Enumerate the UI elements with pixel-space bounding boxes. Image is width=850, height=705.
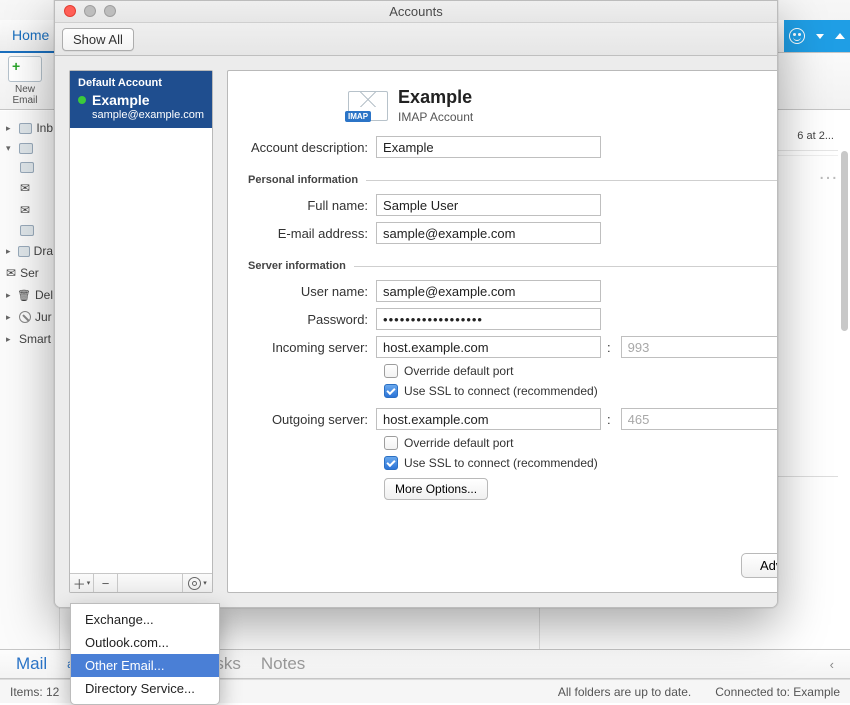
account-email: sample@example.com <box>92 109 204 121</box>
label-username: User name: <box>248 284 376 299</box>
accounts-title: Accounts <box>389 4 442 19</box>
sidebar-item[interactable]: ✉︎ <box>14 177 59 199</box>
accounts-titlebar: Accounts <box>55 1 777 23</box>
status-connection: Connected to: Example <box>715 685 840 699</box>
menu-item-other-email[interactable]: Other Email... <box>71 654 219 677</box>
sidebar-item[interactable]: ▸🗑Del <box>0 284 59 306</box>
ribbon-tab-home[interactable]: Home <box>0 19 61 53</box>
account-settings-button[interactable]: ▾ <box>182 574 212 592</box>
accounts-list-toolbar: ＋▾ − ▾ <box>70 573 212 592</box>
feedback-menu-icon[interactable] <box>816 34 824 39</box>
label-outgoing: Outgoing server: <box>248 412 376 427</box>
label-fullname: Full name: <box>248 198 376 213</box>
sidebar-item[interactable] <box>14 221 59 240</box>
account-detail-header: IMAP Example IMAP Account <box>348 87 778 124</box>
input-description[interactable] <box>376 136 601 158</box>
nav-notes[interactable]: Notes <box>261 654 305 674</box>
account-detail-panel: IMAP Example IMAP Account Account descri… <box>227 70 778 593</box>
input-incoming-port <box>621 336 778 358</box>
label-incoming: Incoming server: <box>248 340 376 355</box>
sidebar-item[interactable]: ▸Jur <box>0 306 59 328</box>
sidebar-item[interactable]: ▸Inb <box>0 117 59 139</box>
status-sync: All folders are up to date. <box>558 685 691 699</box>
label-password: Password: <box>248 312 376 327</box>
section-personal: Personal information <box>248 174 358 186</box>
ribbon-right-cap <box>784 20 850 52</box>
accounts-toolbar: Show All <box>55 23 777 56</box>
scrollbar[interactable] <box>841 151 848 331</box>
add-account-menu: Exchange... Outlook.com... Other Email..… <box>70 603 220 705</box>
sidebar-tree-row[interactable]: ▾ <box>0 139 59 158</box>
folder-icon <box>18 246 30 257</box>
account-item-selected[interactable]: Default Account Example sample@example.c… <box>70 71 212 128</box>
input-password[interactable] <box>376 308 601 330</box>
inbox-icon <box>19 123 33 134</box>
status-dot-icon <box>78 96 86 104</box>
label-description: Account description: <box>248 140 376 155</box>
input-incoming[interactable] <box>376 336 601 358</box>
input-email[interactable] <box>376 222 601 244</box>
minimize-window-icon <box>84 5 96 17</box>
feedback-icon[interactable] <box>789 28 805 44</box>
section-server: Server information <box>248 260 346 272</box>
label-ssl-in: Use SSL to connect (recommended) <box>404 384 598 398</box>
sidebar-item[interactable]: ✉︎ <box>14 199 59 221</box>
accounts-window: Accounts Show All Default Account Exampl… <box>54 0 778 608</box>
new-email-button[interactable]: NewEmail <box>8 56 42 106</box>
junk-icon <box>19 311 31 323</box>
chk-incoming-override[interactable] <box>384 364 398 378</box>
label-ssl-out: Use SSL to connect (recommended) <box>404 456 598 470</box>
more-options-button[interactable]: More Options... <box>384 478 488 500</box>
menu-item-exchange[interactable]: Exchange... <box>71 608 219 631</box>
chk-outgoing-ssl[interactable] <box>384 456 398 470</box>
menu-item-outlookcom[interactable]: Outlook.com... <box>71 631 219 654</box>
sidebar-item[interactable]: ▸Smart <box>0 328 59 350</box>
sidebar-item[interactable] <box>14 158 59 177</box>
folder-icon <box>19 143 33 154</box>
input-outgoing[interactable] <box>376 408 601 430</box>
collapse-ribbon-icon[interactable] <box>835 33 845 39</box>
new-email-label: NewEmail <box>12 84 37 106</box>
show-all-button[interactable]: Show All <box>62 28 134 51</box>
account-name: Example <box>92 92 150 108</box>
folder-icon <box>20 225 34 236</box>
traffic-lights <box>64 5 116 17</box>
sidebar-item[interactable]: ✉︎Ser <box>0 262 59 284</box>
advanced-button[interactable]: Advanced... <box>741 553 778 578</box>
new-email-icon <box>8 56 42 82</box>
gear-icon <box>188 577 201 590</box>
default-account-label: Default Account <box>78 77 204 89</box>
accounts-list-panel: Default Account Example sample@example.c… <box>69 70 213 593</box>
outlook-sidebar: ▸Inb ▾ ✉︎ ✉︎ ▸Dra ✉︎Ser ▸🗑Del ▸Jur ▸Smar… <box>0 111 60 649</box>
status-items: Items: 12 <box>10 685 59 699</box>
nav-mail[interactable]: Mail <box>16 654 47 674</box>
chk-incoming-ssl[interactable] <box>384 384 398 398</box>
sidebar-item[interactable]: ▸Dra <box>0 240 59 262</box>
account-detail-subtitle: IMAP Account <box>398 110 473 124</box>
input-username[interactable] <box>376 280 601 302</box>
chk-outgoing-override[interactable] <box>384 436 398 450</box>
close-window-icon[interactable] <box>64 5 76 17</box>
folder-icon <box>20 162 34 173</box>
label-override-out: Override default port <box>404 436 513 450</box>
label-override-in: Override default port <box>404 364 513 378</box>
menu-item-directory[interactable]: Directory Service... <box>71 677 219 700</box>
input-outgoing-port <box>621 408 778 430</box>
input-fullname[interactable] <box>376 194 601 216</box>
zoom-window-icon <box>104 5 116 17</box>
account-detail-title: Example <box>398 87 473 108</box>
remove-account-button[interactable]: − <box>94 574 118 592</box>
account-type-icon: IMAP <box>348 91 388 121</box>
label-email: E-mail address: <box>248 226 376 241</box>
add-account-button[interactable]: ＋▾ <box>70 574 94 592</box>
accounts-list[interactable]: Default Account Example sample@example.c… <box>70 71 212 573</box>
